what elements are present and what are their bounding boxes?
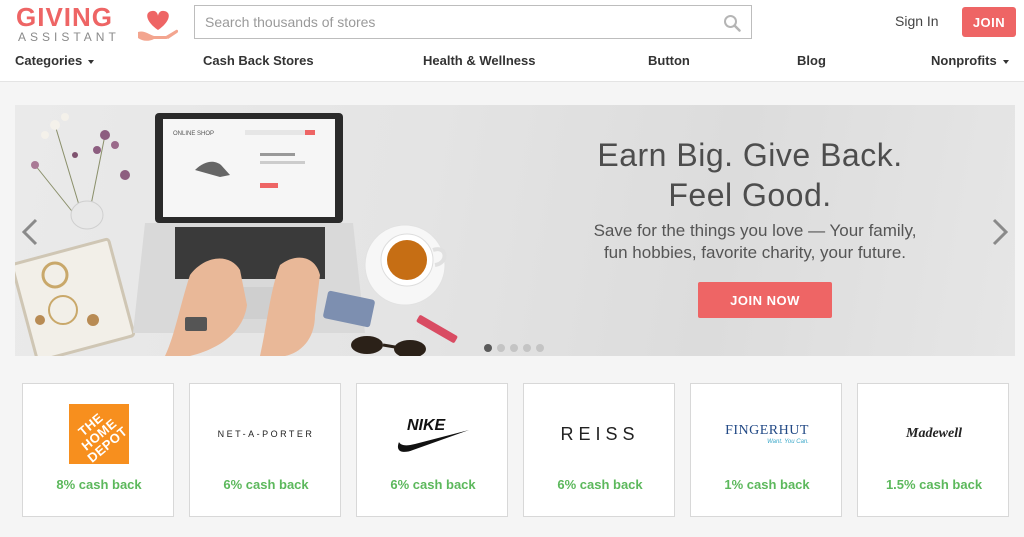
reiss-logo-text: REISS bbox=[560, 423, 640, 444]
laptop-screen-title: ONLINE SHOP bbox=[173, 131, 214, 137]
nav-health-wellness[interactable]: Health & Wellness bbox=[423, 53, 535, 68]
caret-down-icon bbox=[88, 59, 95, 64]
nav-cash-back-stores[interactable]: Cash Back Stores bbox=[203, 53, 314, 68]
hero-carousel: ONLINE SHOP Earn Big. Give Back. Feel Go… bbox=[15, 105, 1015, 356]
net-a-porter-logo-text: NET-A-PORTER bbox=[217, 429, 315, 439]
carousel-dot-3[interactable] bbox=[510, 344, 518, 352]
carousel-dot-5[interactable] bbox=[536, 344, 544, 352]
laptop: ONLINE SHOP bbox=[133, 113, 365, 356]
carousel-pagination bbox=[484, 339, 549, 352]
hero-subtitle-line1: Save for the things you love — Your fami… bbox=[593, 221, 917, 240]
hero-headline-line1: Earn Big. Give Back. bbox=[597, 137, 903, 173]
cash-back-label: 1% cash back bbox=[724, 477, 810, 492]
store-card-nike[interactable]: NIKE 6% cash back bbox=[356, 383, 508, 517]
hero-subtitle-line2: fun hobbies, favorite charity, your futu… bbox=[603, 243, 907, 262]
nike-swoosh-icon: NIKE bbox=[397, 417, 469, 452]
carousel-dot-2[interactable] bbox=[497, 344, 505, 352]
nike-logo-text: NIKE bbox=[407, 417, 447, 434]
cash-back-label: 6% cash back bbox=[390, 477, 476, 492]
hero-lifestyle-image: ONLINE SHOP bbox=[15, 113, 458, 356]
cash-back-label: 8% cash back bbox=[56, 477, 142, 492]
lipstick-decoration bbox=[416, 315, 458, 343]
nav-button[interactable]: Button bbox=[648, 53, 690, 68]
chevron-right-icon[interactable] bbox=[991, 217, 1009, 247]
join-now-button[interactable]: JOIN NOW bbox=[698, 282, 832, 318]
fingerhut-logo-text: FINGERHUT bbox=[725, 423, 809, 438]
sunglasses-decoration bbox=[351, 336, 426, 356]
search-bar bbox=[194, 5, 752, 39]
flowers-decoration bbox=[31, 113, 130, 230]
sign-in-link[interactable]: Sign In bbox=[895, 13, 939, 29]
fingerhut-logo-wrap: FINGERHUT Want. You Can. bbox=[725, 423, 809, 445]
giving-assistant-logo[interactable]: GIVING ASSISTANT bbox=[16, 4, 186, 44]
logo-wordmark-giving: GIVING bbox=[16, 2, 114, 32]
net-a-porter-logo: NET-A-PORTER bbox=[190, 400, 342, 468]
hero-headline-line2: Feel Good. bbox=[668, 177, 832, 213]
store-card-net-a-porter[interactable]: NET-A-PORTER 6% cash back bbox=[189, 383, 341, 517]
jewelry-tray bbox=[15, 237, 136, 356]
nav-categories-label: Categories bbox=[15, 53, 83, 68]
hero-subtitle: Save for the things you love — Your fami… bbox=[555, 220, 955, 264]
carousel-dot-1[interactable] bbox=[484, 344, 492, 352]
nav-blog[interactable]: Blog bbox=[797, 53, 826, 68]
search-input[interactable] bbox=[195, 6, 715, 38]
hero-headline: Earn Big. Give Back. Feel Good. bbox=[575, 135, 925, 215]
site-header: GIVING ASSISTANT Sign In JOIN Categories… bbox=[0, 0, 1024, 82]
nike-logo: NIKE bbox=[357, 400, 509, 468]
join-button[interactable]: JOIN bbox=[962, 7, 1016, 37]
store-card-reiss[interactable]: REISS 6% cash back bbox=[523, 383, 675, 517]
reiss-logo: REISS bbox=[524, 400, 676, 468]
main-nav: Categories Cash Back Stores Health & Wel… bbox=[0, 53, 1024, 73]
nav-nonprofits-label: Nonprofits bbox=[931, 53, 997, 68]
caret-down-icon bbox=[1002, 59, 1009, 64]
cash-back-label: 6% cash back bbox=[223, 477, 309, 492]
nav-categories[interactable]: Categories bbox=[15, 53, 95, 68]
cash-back-label: 1.5% cash back bbox=[885, 477, 983, 492]
tea-cup bbox=[364, 224, 447, 306]
home-depot-logo-box: THE HOME DEPOT bbox=[69, 404, 130, 465]
chevron-left-icon[interactable] bbox=[21, 217, 39, 247]
fingerhut-logo: FINGERHUT Want. You Can. bbox=[691, 400, 843, 468]
logo-wordmark-assistant: ASSISTANT bbox=[18, 30, 120, 44]
store-card-fingerhut[interactable]: FINGERHUT Want. You Can. 1% cash back bbox=[690, 383, 842, 517]
cash-back-label: 6% cash back bbox=[557, 477, 643, 492]
madewell-logo: Madewell bbox=[858, 400, 1010, 468]
madewell-logo-text: Madewell bbox=[906, 426, 962, 441]
search-icon[interactable] bbox=[723, 14, 741, 32]
heart-hand-icon bbox=[138, 10, 179, 41]
home-depot-logo-text: THE HOME DEPOT bbox=[75, 409, 131, 465]
fingerhut-tagline: Want. You Can. bbox=[767, 439, 809, 445]
home-depot-logo: THE HOME DEPOT bbox=[23, 400, 175, 468]
carousel-dot-4[interactable] bbox=[523, 344, 531, 352]
nav-nonprofits[interactable]: Nonprofits bbox=[931, 53, 1009, 68]
store-card-home-depot[interactable]: THE HOME DEPOT 8% cash back bbox=[22, 383, 174, 517]
featured-stores: THE HOME DEPOT 8% cash back NET-A-PORTER… bbox=[22, 383, 1012, 518]
store-card-madewell[interactable]: Madewell 1.5% cash back bbox=[857, 383, 1009, 517]
